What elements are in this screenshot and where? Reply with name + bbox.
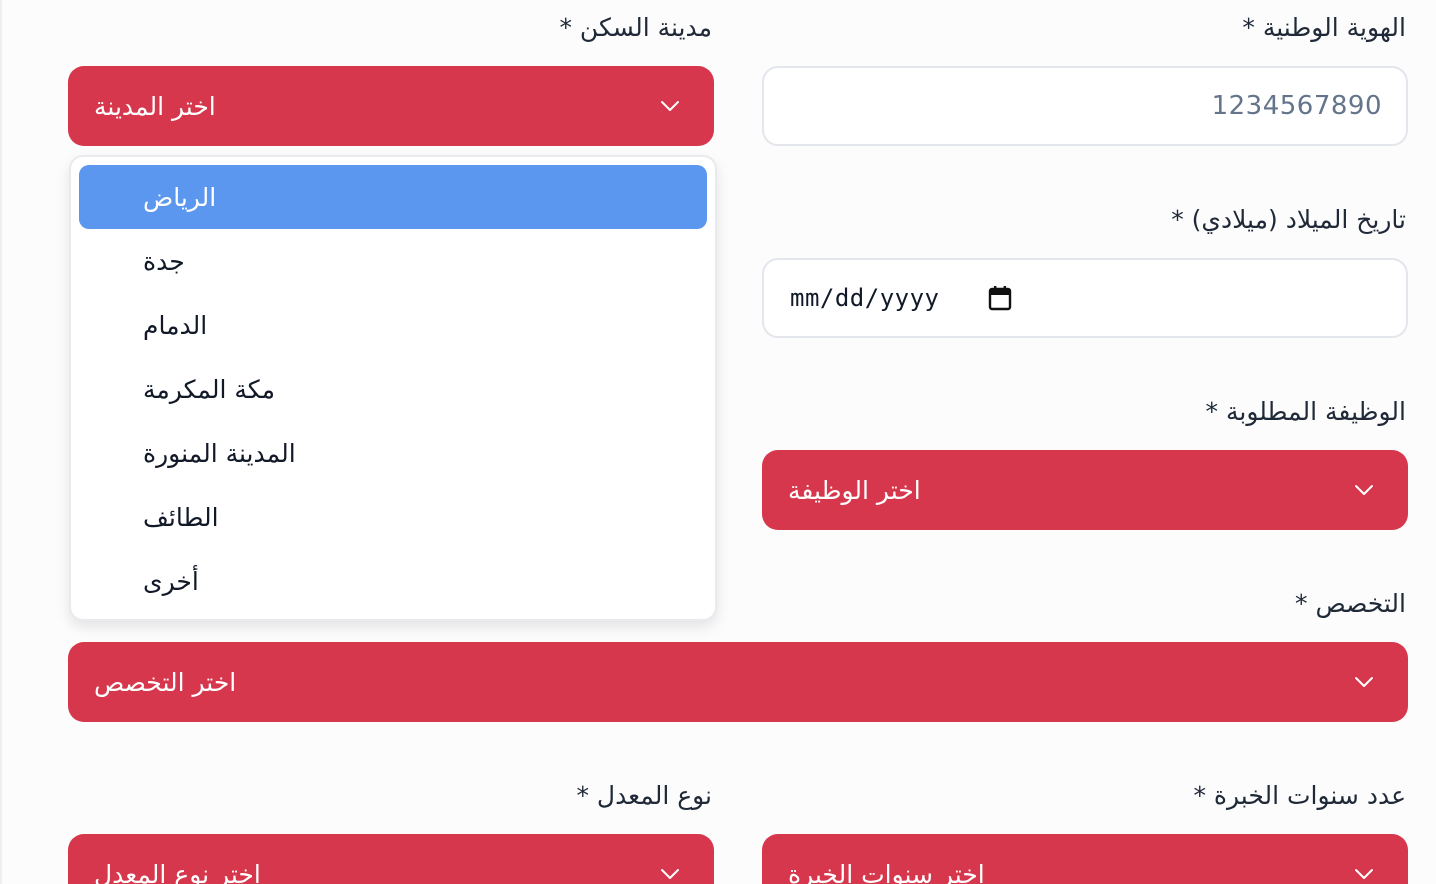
birth-date-value: mm/dd/yyyy	[790, 284, 940, 312]
city-option[interactable]: الرياض	[79, 165, 707, 229]
birth-date-input[interactable]: mm/dd/yyyy	[762, 258, 1408, 338]
residence-city-select[interactable]: اختر المدينة	[68, 66, 714, 146]
job-select[interactable]: اختر الوظيفة	[762, 450, 1408, 530]
specialization-select[interactable]: اختر التخصص	[68, 642, 1408, 722]
application-form: الهوية الوطنية * مدينة السكن * 123456789…	[0, 0, 1436, 884]
city-option[interactable]: مكة المكرمة	[79, 357, 707, 421]
chevron-down-icon	[1348, 666, 1380, 698]
specialization-placeholder: اختر التخصص	[94, 667, 237, 697]
residence-city-dropdown: الرياض جدة الدمام مكة المكرمة المدينة ال…	[69, 155, 717, 621]
gpa-type-placeholder: اختر نوع المعدل	[94, 859, 261, 884]
job-label: الوظيفة المطلوبة *	[1205, 397, 1406, 426]
national-id-label: الهوية الوطنية *	[1242, 13, 1406, 42]
birth-date-label: تاريخ الميلاد (ميلادي) *	[1171, 205, 1406, 234]
chevron-down-icon	[1348, 474, 1380, 506]
national-id-value: 1234567890	[1211, 91, 1382, 121]
city-option[interactable]: جدة	[79, 229, 707, 293]
experience-years-placeholder: اختر سنوات الخبرة	[788, 859, 985, 884]
city-option[interactable]: الطائف	[79, 485, 707, 549]
gpa-type-select[interactable]: اختر نوع المعدل	[68, 834, 714, 884]
residence-city-placeholder: اختر المدينة	[94, 91, 216, 121]
experience-years-select[interactable]: اختر سنوات الخبرة	[762, 834, 1408, 884]
national-id-input[interactable]: 1234567890	[762, 66, 1408, 146]
calendar-icon[interactable]	[986, 284, 1014, 312]
city-option[interactable]: الدمام	[79, 293, 707, 357]
job-placeholder: اختر الوظيفة	[788, 475, 921, 505]
specialization-label: التخصص *	[1295, 589, 1406, 618]
residence-city-label: مدينة السكن *	[559, 13, 712, 42]
city-option[interactable]: المدينة المنورة	[79, 421, 707, 485]
chevron-down-icon	[654, 858, 686, 884]
gpa-type-label: نوع المعدل *	[576, 781, 712, 810]
experience-years-label: عدد سنوات الخبرة *	[1193, 781, 1406, 810]
chevron-down-icon	[1348, 858, 1380, 884]
chevron-down-icon	[654, 90, 686, 122]
city-option[interactable]: أخرى	[79, 549, 707, 613]
